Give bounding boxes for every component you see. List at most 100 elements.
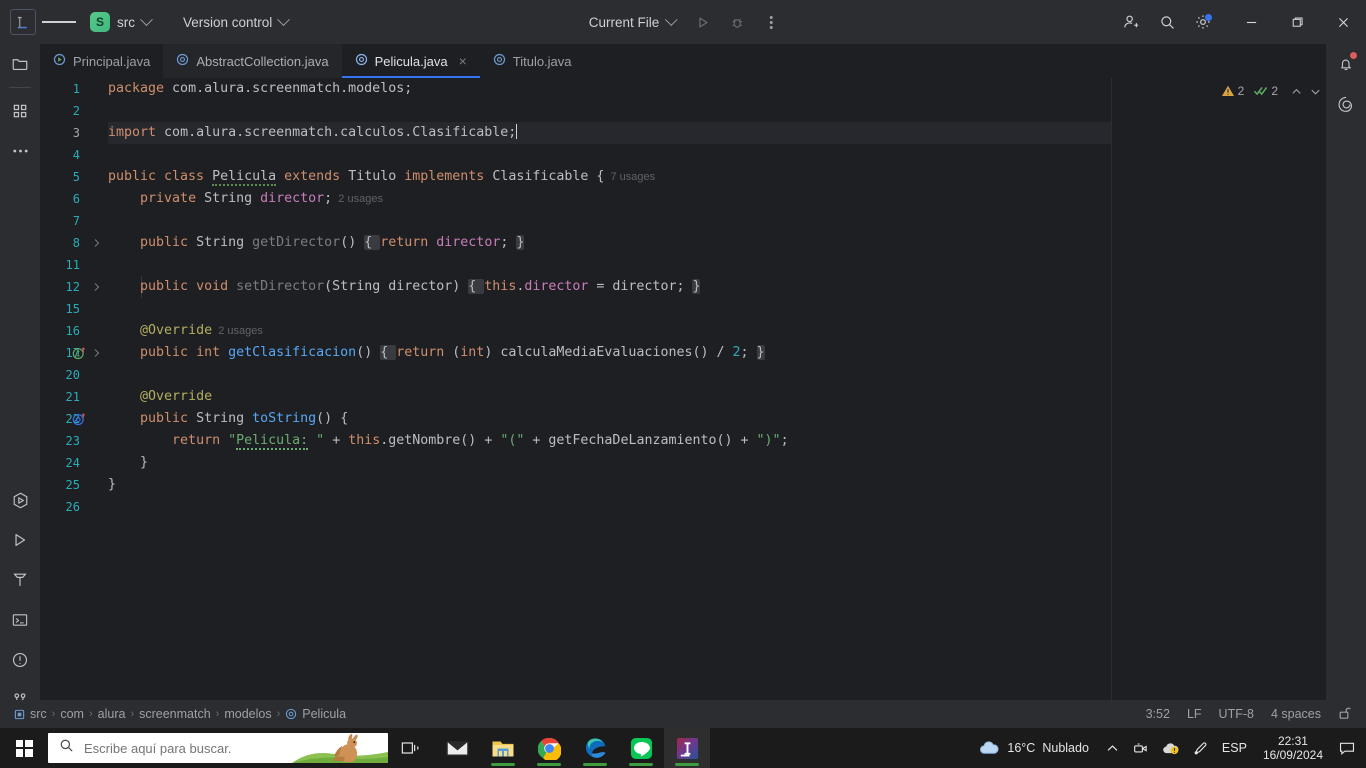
unlocked-padlock-icon[interactable] [1338,706,1352,723]
breadcrumb-item-modelos[interactable]: modelos [224,707,271,721]
code-editor[interactable]: 1 2 3 4 5 6 7 8 11 12 15 16 17 20 21 22 … [40,78,1326,700]
language-label: ESP [1221,741,1247,755]
indent-setting[interactable]: 4 spaces [1271,707,1321,721]
editor-tab-abstractcollection[interactable]: AbstractCollection.java [163,44,342,78]
breadcrumb-separator: › [88,708,93,720]
close-icon[interactable] [1320,0,1366,44]
left-stripe-bottom-group [0,480,40,724]
chevron-down-icon [664,12,678,26]
account-add-icon[interactable] [1116,7,1146,37]
sidebar-item-structure[interactable] [0,91,40,131]
code-line-23: return "Pelicula: " + this.getNombre() +… [172,433,789,450]
editor-tab-principal[interactable]: Principal.java [40,44,163,78]
task-view-icon[interactable] [388,728,434,768]
pen-tray-icon[interactable] [1186,728,1215,768]
breadcrumb-separator: › [130,708,135,720]
action-center-icon[interactable] [1332,728,1362,768]
caret-position[interactable]: 3:52 [1146,707,1170,721]
taskbar-search-input[interactable] [48,733,388,763]
close-icon[interactable]: × [459,54,467,68]
line-number: 7 [72,214,80,228]
line-number: 16 [65,324,80,338]
editor-tab-bar: Principal.java AbstractCollection.java P… [40,44,1366,78]
settings-gear-icon[interactable] [1188,7,1218,37]
breadcrumb-label: com [60,707,84,721]
project-name: src [117,14,135,30]
code-line-3: import com.alura.screenmatch.calculos.Cl… [108,124,518,140]
line-separator[interactable]: LF [1187,707,1202,721]
camera-tray-icon[interactable] [1126,728,1155,768]
windows-start-icon[interactable] [0,728,48,768]
sidebar-item-terminal[interactable] [0,600,40,640]
version-control-widget[interactable]: Version control [175,12,296,33]
code-line-25: } [108,477,117,492]
breadcrumb-item-alura[interactable]: alura [98,707,126,721]
sidebar-item-problems[interactable] [0,640,40,680]
warning-count-group[interactable]: 2 [1221,84,1244,98]
project-widget[interactable]: S src [86,9,159,35]
previous-problem-button[interactable] [1290,85,1303,98]
sidebar-item-project[interactable] [0,44,40,84]
editor-gutter[interactable]: 1 2 3 4 5 6 7 8 11 12 15 16 17 20 21 22 … [40,78,108,700]
clock-widget[interactable]: 22:31 16/09/2024 [1254,734,1332,762]
line-number: 2 [72,104,80,118]
breadcrumb-label: screenmatch [139,707,211,721]
run-button[interactable] [688,7,718,37]
chrome-icon[interactable] [526,728,572,768]
line-number: 26 [65,500,80,514]
line-number: 4 [72,148,80,162]
minimize-icon[interactable] [1228,0,1274,44]
breadcrumb-item-screenmatch[interactable]: screenmatch [139,707,211,721]
edge-icon[interactable] [572,728,618,768]
line-app-icon[interactable] [618,728,664,768]
java-class-icon [493,53,506,69]
search-field[interactable] [84,740,284,756]
fold-expand-icon[interactable] [92,281,102,293]
run-configuration-selector[interactable]: Current File [580,11,685,34]
editor-tab-titulo[interactable]: Titulo.java [480,44,585,78]
search-everywhere-icon[interactable] [1152,7,1182,37]
code-line-17: public int getClasificacion() { return (… [140,345,765,360]
file-explorer-icon[interactable] [480,728,526,768]
overrides-method-icon[interactable] [72,412,86,426]
right-tool-window-stripe [1326,44,1366,724]
ok-count: 2 [1271,84,1278,98]
sidebar-item-run[interactable] [0,520,40,560]
editor-tab-label: AbstractCollection.java [196,53,329,69]
debug-button[interactable] [722,7,752,37]
intellij-idea-icon[interactable] [664,728,710,768]
mail-icon[interactable] [434,728,480,768]
fold-expand-icon[interactable] [92,237,102,249]
file-encoding[interactable]: UTF-8 [1219,707,1254,721]
maximize-icon[interactable] [1274,0,1320,44]
notification-bell-icon[interactable] [1326,44,1366,84]
more-actions-icon[interactable] [756,7,786,37]
fold-expand-icon[interactable] [92,347,102,359]
next-problem-button[interactable] [1309,85,1322,98]
title-bar: S src Version control Current File [0,0,1366,44]
sidebar-item-build[interactable] [0,560,40,600]
weather-widget[interactable]: 16°C Nublado [973,740,1099,756]
ok-count-group[interactable]: 2 [1253,84,1278,98]
language-indicator[interactable]: ESP [1215,728,1254,768]
implements-method-icon[interactable] [72,346,86,360]
left-tool-window-stripe [0,44,40,724]
sidebar-item-more[interactable] [0,131,40,171]
sidebar-item-services[interactable] [0,480,40,520]
show-hidden-icons-chevron[interactable] [1099,728,1126,768]
editor-tab-pelicula[interactable]: Pelicula.java × [341,44,480,78]
intellij-idea-logo-icon[interactable] [10,9,36,35]
cloud-icon [980,741,999,754]
breadcrumb-item-com[interactable]: com [60,707,84,721]
breadcrumb-item-pelicula[interactable]: Pelicula [285,707,346,721]
java-class-run-icon [53,53,66,69]
breadcrumb-item-src[interactable]: src [14,707,47,721]
search-icon [59,738,74,758]
ai-assistant-spiral-icon[interactable] [1326,84,1366,124]
status-bar: src › com › alura › screenmatch › modelo… [0,700,1366,728]
hamburger-menu-icon[interactable] [42,5,76,39]
onedrive-warning-icon[interactable] [1155,728,1186,768]
code-line-21: @Override [140,389,213,404]
editor-code-content[interactable]: package com.alura.screenmatch.modelos; i… [108,78,1258,700]
weather-temperature: 16°C [1007,741,1036,755]
